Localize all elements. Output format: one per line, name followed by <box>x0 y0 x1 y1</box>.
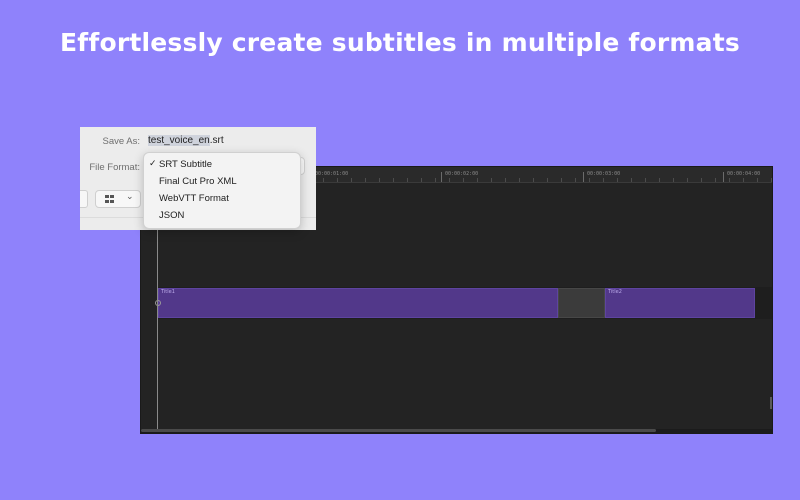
subtitle-clip-1[interactable]: Title1 <box>158 288 558 318</box>
menu-item-json[interactable]: JSON <box>144 207 300 224</box>
ruler-label: 00:00:02:00 <box>445 171 479 177</box>
view-options-button[interactable]: ⌄ <box>95 190 141 208</box>
subtitle-clip-2[interactable]: Title2 <box>605 288 755 318</box>
clip-gap <box>558 288 605 318</box>
horizontal-scroll-thumb[interactable] <box>141 429 656 432</box>
filename-selection: test_voice_en <box>148 135 210 146</box>
checkmark-icon: ✓ <box>149 158 157 168</box>
grid-icon <box>105 195 114 203</box>
menu-item-fcpxml[interactable]: Final Cut Pro XML <box>144 173 300 190</box>
clip-label: Title2 <box>608 289 622 295</box>
ruler-tick <box>583 172 584 182</box>
menu-item-label: WebVTT Format <box>159 193 229 204</box>
chevron-down-icon: ⌄ <box>126 192 134 202</box>
save-as-label: Save As: <box>102 136 141 147</box>
track-marker-icon <box>155 300 161 306</box>
ruler-label: 00:00:01:00 <box>315 171 349 177</box>
vertical-scroll-thumb[interactable] <box>770 397 772 409</box>
ruler-tick <box>441 172 442 182</box>
headline: Effortlessly create subtitles in multipl… <box>60 28 740 57</box>
file-format-menu[interactable]: ✓ SRT Subtitle Final Cut Pro XML WebVTT … <box>143 152 301 229</box>
menu-item-webvtt[interactable]: WebVTT Format <box>144 190 300 207</box>
menu-item-label: SRT Subtitle <box>159 159 212 170</box>
ruler-label: 00:00:03:00 <box>587 171 621 177</box>
save-as-field[interactable]: test_voice_en.srt <box>148 135 224 146</box>
menu-item-srt[interactable]: ✓ SRT Subtitle <box>144 156 300 173</box>
filename-extension: .srt <box>209 135 224 146</box>
clip-label: Title1 <box>161 289 175 295</box>
menu-item-label: Final Cut Pro XML <box>159 176 237 187</box>
back-button[interactable] <box>80 190 88 208</box>
ruler-tick <box>723 172 724 182</box>
menu-item-label: JSON <box>159 210 185 221</box>
file-format-label: File Format: <box>89 162 140 173</box>
ruler-label: 00:00:04:00 <box>727 171 761 177</box>
